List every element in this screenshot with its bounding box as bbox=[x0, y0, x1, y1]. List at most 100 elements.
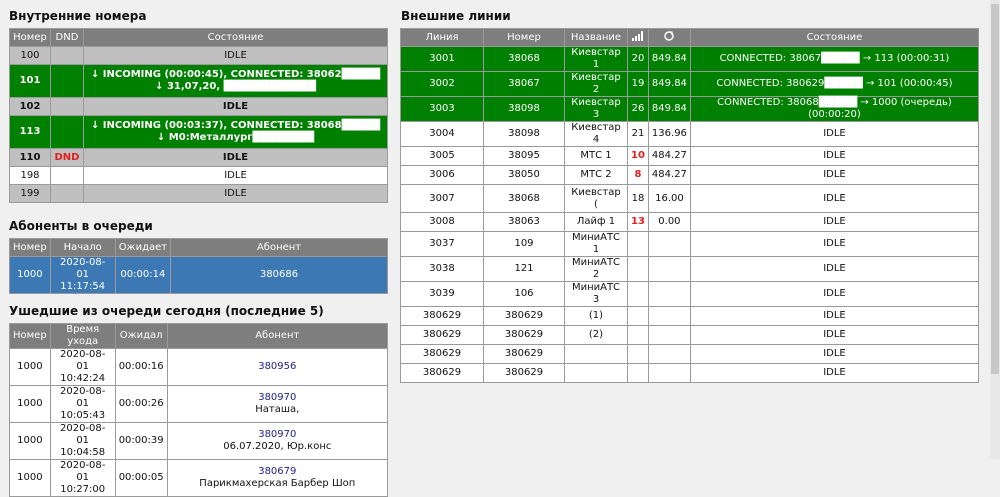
external-row[interactable]: 3037 109 МиниАТС 1 IDLE bbox=[400, 231, 980, 257]
col-line: Линия bbox=[400, 28, 484, 47]
external-balance bbox=[647, 231, 691, 257]
external-row[interactable]: 3039 106 МиниАТС 3 IDLE bbox=[400, 281, 980, 307]
col-queue-caller: Абонент bbox=[170, 238, 388, 257]
external-name: МТС 2 bbox=[564, 165, 628, 185]
left-row[interactable]: 1000 2020-08-01 10:27:00 00:00:05 380679 Пар… bbox=[9, 459, 389, 497]
internal-number: 199 bbox=[9, 184, 51, 203]
internal-row[interactable]: 100 IDLE bbox=[9, 46, 388, 65]
col-left-number: Номер bbox=[9, 323, 51, 349]
external-balance bbox=[647, 363, 691, 383]
external-line: 3039 bbox=[400, 281, 484, 307]
left-row[interactable]: 1000 2020-08-01 10:05:43 00:00:26 380970 Нат… bbox=[9, 385, 389, 423]
internal-row[interactable]: 110 DND IDLE bbox=[9, 148, 388, 167]
caller-link[interactable]: 380679 bbox=[258, 466, 296, 477]
left-wait: 00:00:05 bbox=[114, 459, 168, 497]
external-row[interactable]: 380629 380629 IDLE bbox=[400, 344, 980, 364]
external-number: 38063 bbox=[483, 212, 565, 232]
external-signal bbox=[627, 306, 649, 326]
external-number: 38050 bbox=[483, 165, 565, 185]
internal-row[interactable]: 102 IDLE bbox=[9, 97, 388, 116]
external-line: 3002 bbox=[400, 71, 484, 97]
external-balance: 484.27 bbox=[647, 146, 691, 166]
external-table: Линия Номер Название Состояние 3001 38068… bbox=[400, 28, 980, 383]
internal-row[interactable]: 101 ↓ INCOMING (00:00:45), CONNECTED: 380… bbox=[9, 64, 388, 98]
internal-state: IDLE bbox=[83, 166, 388, 185]
queue-row[interactable]: 1000 2020-08-01 11:17:54 00:00:14 380686 bbox=[9, 256, 388, 294]
external-row[interactable]: 3038 121 МиниАТС 2 IDLE bbox=[400, 256, 980, 282]
internal-row[interactable]: 113 ↓ INCOMING (00:03:37), CONNECTED: 380… bbox=[9, 115, 388, 149]
external-name bbox=[564, 363, 628, 383]
left-time: 2020-08-01 10:05:43 bbox=[49, 385, 116, 423]
scrollbar[interactable] bbox=[990, 0, 1000, 459]
external-line: 3004 bbox=[400, 121, 484, 147]
external-signal: 21 bbox=[627, 121, 649, 147]
external-balance: 849.84 bbox=[647, 96, 691, 122]
external-number: 38068 bbox=[483, 46, 565, 72]
external-line: 380629 bbox=[400, 344, 484, 364]
external-number: 380629 bbox=[483, 325, 565, 345]
external-name: МиниАТС 1 bbox=[564, 231, 628, 257]
external-row[interactable]: 380629 380629 (2) IDLE bbox=[400, 325, 980, 345]
external-balance bbox=[647, 325, 691, 345]
queue-caller: 380686 bbox=[170, 256, 388, 294]
caller-link[interactable]: 380956 bbox=[258, 361, 296, 372]
external-state: IDLE bbox=[689, 325, 980, 345]
external-state: CONNECTED: 38068█████ → 1000 (очередь) (… bbox=[689, 96, 980, 122]
external-row[interactable]: 3006 38050 МТС 2 8 484.27 IDLE bbox=[400, 165, 980, 185]
external-line: 3001 bbox=[400, 46, 484, 72]
internal-dnd bbox=[50, 46, 84, 65]
left-row[interactable]: 1000 2020-08-01 10:42:24 00:00:16 380956 bbox=[9, 348, 389, 386]
external-signal bbox=[627, 231, 649, 257]
internal-dnd bbox=[50, 166, 84, 185]
internal-number: 198 bbox=[9, 166, 51, 185]
caller-link[interactable]: 380970 bbox=[258, 392, 296, 403]
col-queue-number: Номер bbox=[9, 238, 51, 257]
left-row[interactable]: 1000 2020-08-01 10:04:58 00:00:39 380970 06.… bbox=[9, 422, 389, 460]
left-number: 1000 bbox=[9, 459, 51, 497]
external-state: IDLE bbox=[689, 121, 980, 147]
internal-dnd: DND bbox=[50, 148, 84, 167]
internal-row[interactable]: 199 IDLE bbox=[9, 184, 388, 203]
external-number: 38067 bbox=[483, 71, 565, 97]
external-row[interactable]: 3003 38098 Киевстар 3 26 849.84 CONNECTED: 38… bbox=[400, 96, 980, 122]
queue-table: Номер Начало Ожидает Абонент 1000 2020-08… bbox=[9, 238, 388, 294]
scrollbar-thumb[interactable] bbox=[991, 4, 999, 374]
external-signal: 20 bbox=[627, 46, 649, 72]
external-row[interactable]: 3005 38095 МТС 1 10 484.27 IDLE bbox=[400, 146, 980, 166]
internal-dnd bbox=[50, 64, 84, 98]
external-row[interactable]: 3008 38063 Лайф 1 13 0.00 IDLE bbox=[400, 212, 980, 232]
external-row[interactable]: 3001 38068 Киевстар 1 20 849.84 CONNECTED: 38… bbox=[400, 46, 980, 72]
internal-state: IDLE bbox=[83, 46, 388, 65]
external-line: 3008 bbox=[400, 212, 484, 232]
external-state: IDLE bbox=[689, 281, 980, 307]
internal-number: 102 bbox=[9, 97, 51, 116]
external-row[interactable]: 380629 380629 IDLE bbox=[400, 363, 980, 383]
external-number: 380629 bbox=[483, 363, 565, 383]
external-row[interactable]: 3002 38067 Киевстар 2 19 849.84 CONNECTED: 38… bbox=[400, 71, 980, 97]
external-number: 121 bbox=[483, 256, 565, 282]
external-line: 3006 bbox=[400, 165, 484, 185]
external-signal bbox=[627, 344, 649, 364]
internal-row[interactable]: 198 IDLE bbox=[9, 166, 388, 185]
external-row[interactable]: 380629 380629 (1) IDLE bbox=[400, 306, 980, 326]
refresh-icon[interactable] bbox=[647, 28, 691, 47]
internal-number: 113 bbox=[9, 115, 51, 149]
external-name: (2) bbox=[564, 325, 628, 345]
queue-number: 1000 bbox=[9, 256, 51, 294]
external-state: IDLE bbox=[689, 146, 980, 166]
external-row[interactable]: 3004 38098 Киевстар 4 21 136.96 IDLE bbox=[400, 121, 980, 147]
external-state: IDLE bbox=[689, 363, 980, 383]
left-caller: 380679 Парикмахерская Барбер Шоп bbox=[166, 459, 389, 497]
external-number: 106 bbox=[483, 281, 565, 307]
external-state: CONNECTED: 380629█████ → 101 (00:00:45) bbox=[689, 71, 980, 97]
col-number: Номер bbox=[9, 28, 51, 47]
caller-note: Парикмахерская Барбер Шоп bbox=[199, 478, 356, 489]
external-line: 3038 bbox=[400, 256, 484, 282]
external-name: Киевстар 3 bbox=[564, 96, 628, 122]
caller-link[interactable]: 380970 bbox=[258, 429, 296, 440]
external-balance: 849.84 bbox=[647, 71, 691, 97]
external-name: Киевстар ( bbox=[564, 184, 628, 213]
external-row[interactable]: 3007 38068 Киевстар (18 16.00 IDLE bbox=[400, 184, 980, 213]
internal-state: IDLE bbox=[83, 184, 388, 203]
col-queue-start: Начало bbox=[49, 238, 116, 257]
